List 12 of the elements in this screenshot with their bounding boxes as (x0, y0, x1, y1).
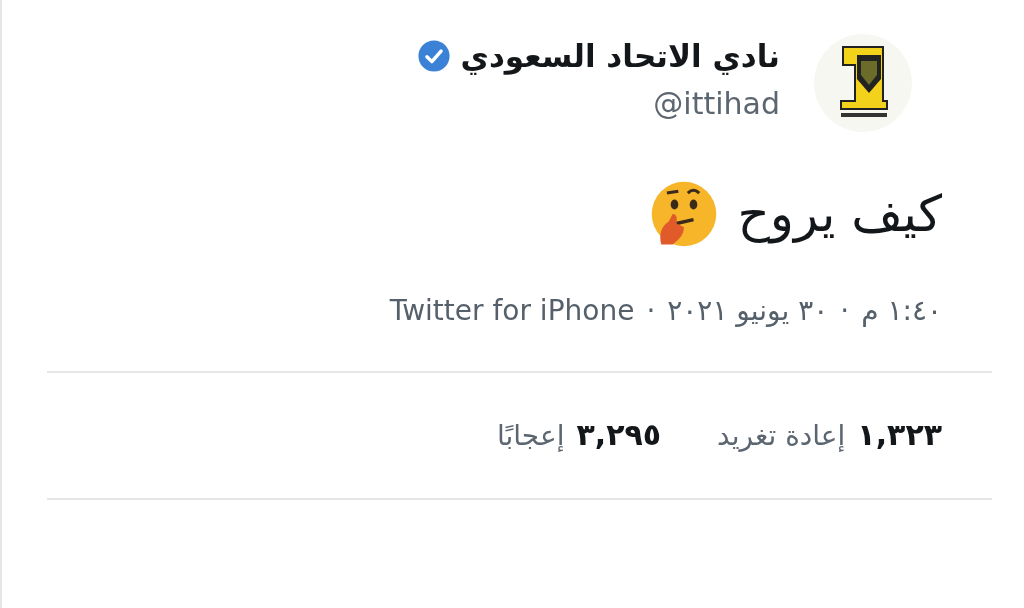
stat-label[interactable]: إعادة تغريد (717, 419, 846, 452)
separator-dot: · (646, 294, 656, 327)
stat-count[interactable]: ١,٣٢٣ (857, 417, 942, 452)
account-handle[interactable]: @ittihad (653, 82, 780, 126)
tweet-date[interactable]: ٣٠ يونيو ٢٠٢١ (667, 294, 829, 327)
tweet-text: كيف يروح (737, 184, 942, 246)
account-name[interactable]: نادي الاتحاد السعودي (460, 30, 780, 82)
stat-label[interactable]: إعجابًا (497, 419, 565, 452)
tweet-time[interactable]: ١:٤٠ م (861, 294, 942, 327)
tweet-source-link[interactable]: Twitter for iPhone (389, 294, 635, 327)
separator-dot: · (840, 294, 850, 327)
stat-count[interactable]: ٣,٢٩٥ (576, 417, 662, 452)
